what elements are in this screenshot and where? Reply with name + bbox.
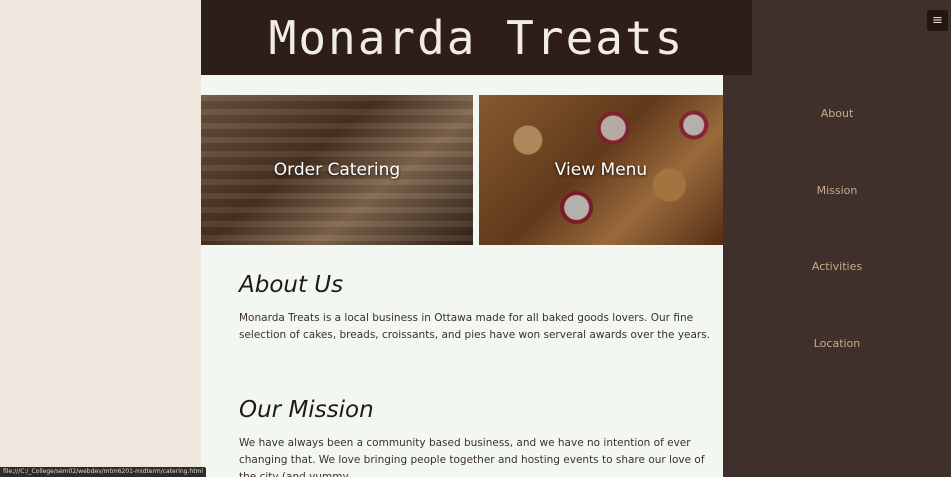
mission-section: Our Mission We have always been a commun… bbox=[239, 397, 711, 477]
about-body: Monarda Treats is a local business in Ot… bbox=[239, 312, 711, 341]
about-title: About Us bbox=[239, 272, 344, 298]
sidebar-nav bbox=[723, 75, 951, 477]
view-menu-tile[interactable]: View Menu bbox=[479, 95, 723, 245]
order-catering-tile[interactable]: Order Catering bbox=[201, 95, 473, 245]
status-bar-url: file:///C:/_College/sem02/webdev/mtm6201… bbox=[0, 467, 207, 477]
site-title: Monarda Treats bbox=[268, 10, 685, 65]
order-catering-label: Order Catering bbox=[273, 160, 401, 180]
about-section: About Us Monarda Treats is a local busin… bbox=[239, 272, 711, 344]
nav-about-link[interactable]: About bbox=[723, 107, 951, 120]
mission-body: We have always been a community based bu… bbox=[239, 437, 705, 477]
nav-activities-link[interactable]: Activities bbox=[723, 260, 951, 273]
nav-location-link[interactable]: Location bbox=[723, 337, 951, 350]
sidebar-top bbox=[752, 0, 951, 75]
nav-mission-link[interactable]: Mission bbox=[723, 184, 951, 197]
site-header: Monarda Treats bbox=[201, 0, 752, 75]
hamburger-menu-icon[interactable]: ≡ bbox=[927, 10, 948, 31]
view-menu-label: View Menu bbox=[554, 160, 648, 180]
mission-title: Our Mission bbox=[239, 397, 374, 423]
main-content: Order Catering View Menu About Us Monard… bbox=[201, 75, 723, 477]
